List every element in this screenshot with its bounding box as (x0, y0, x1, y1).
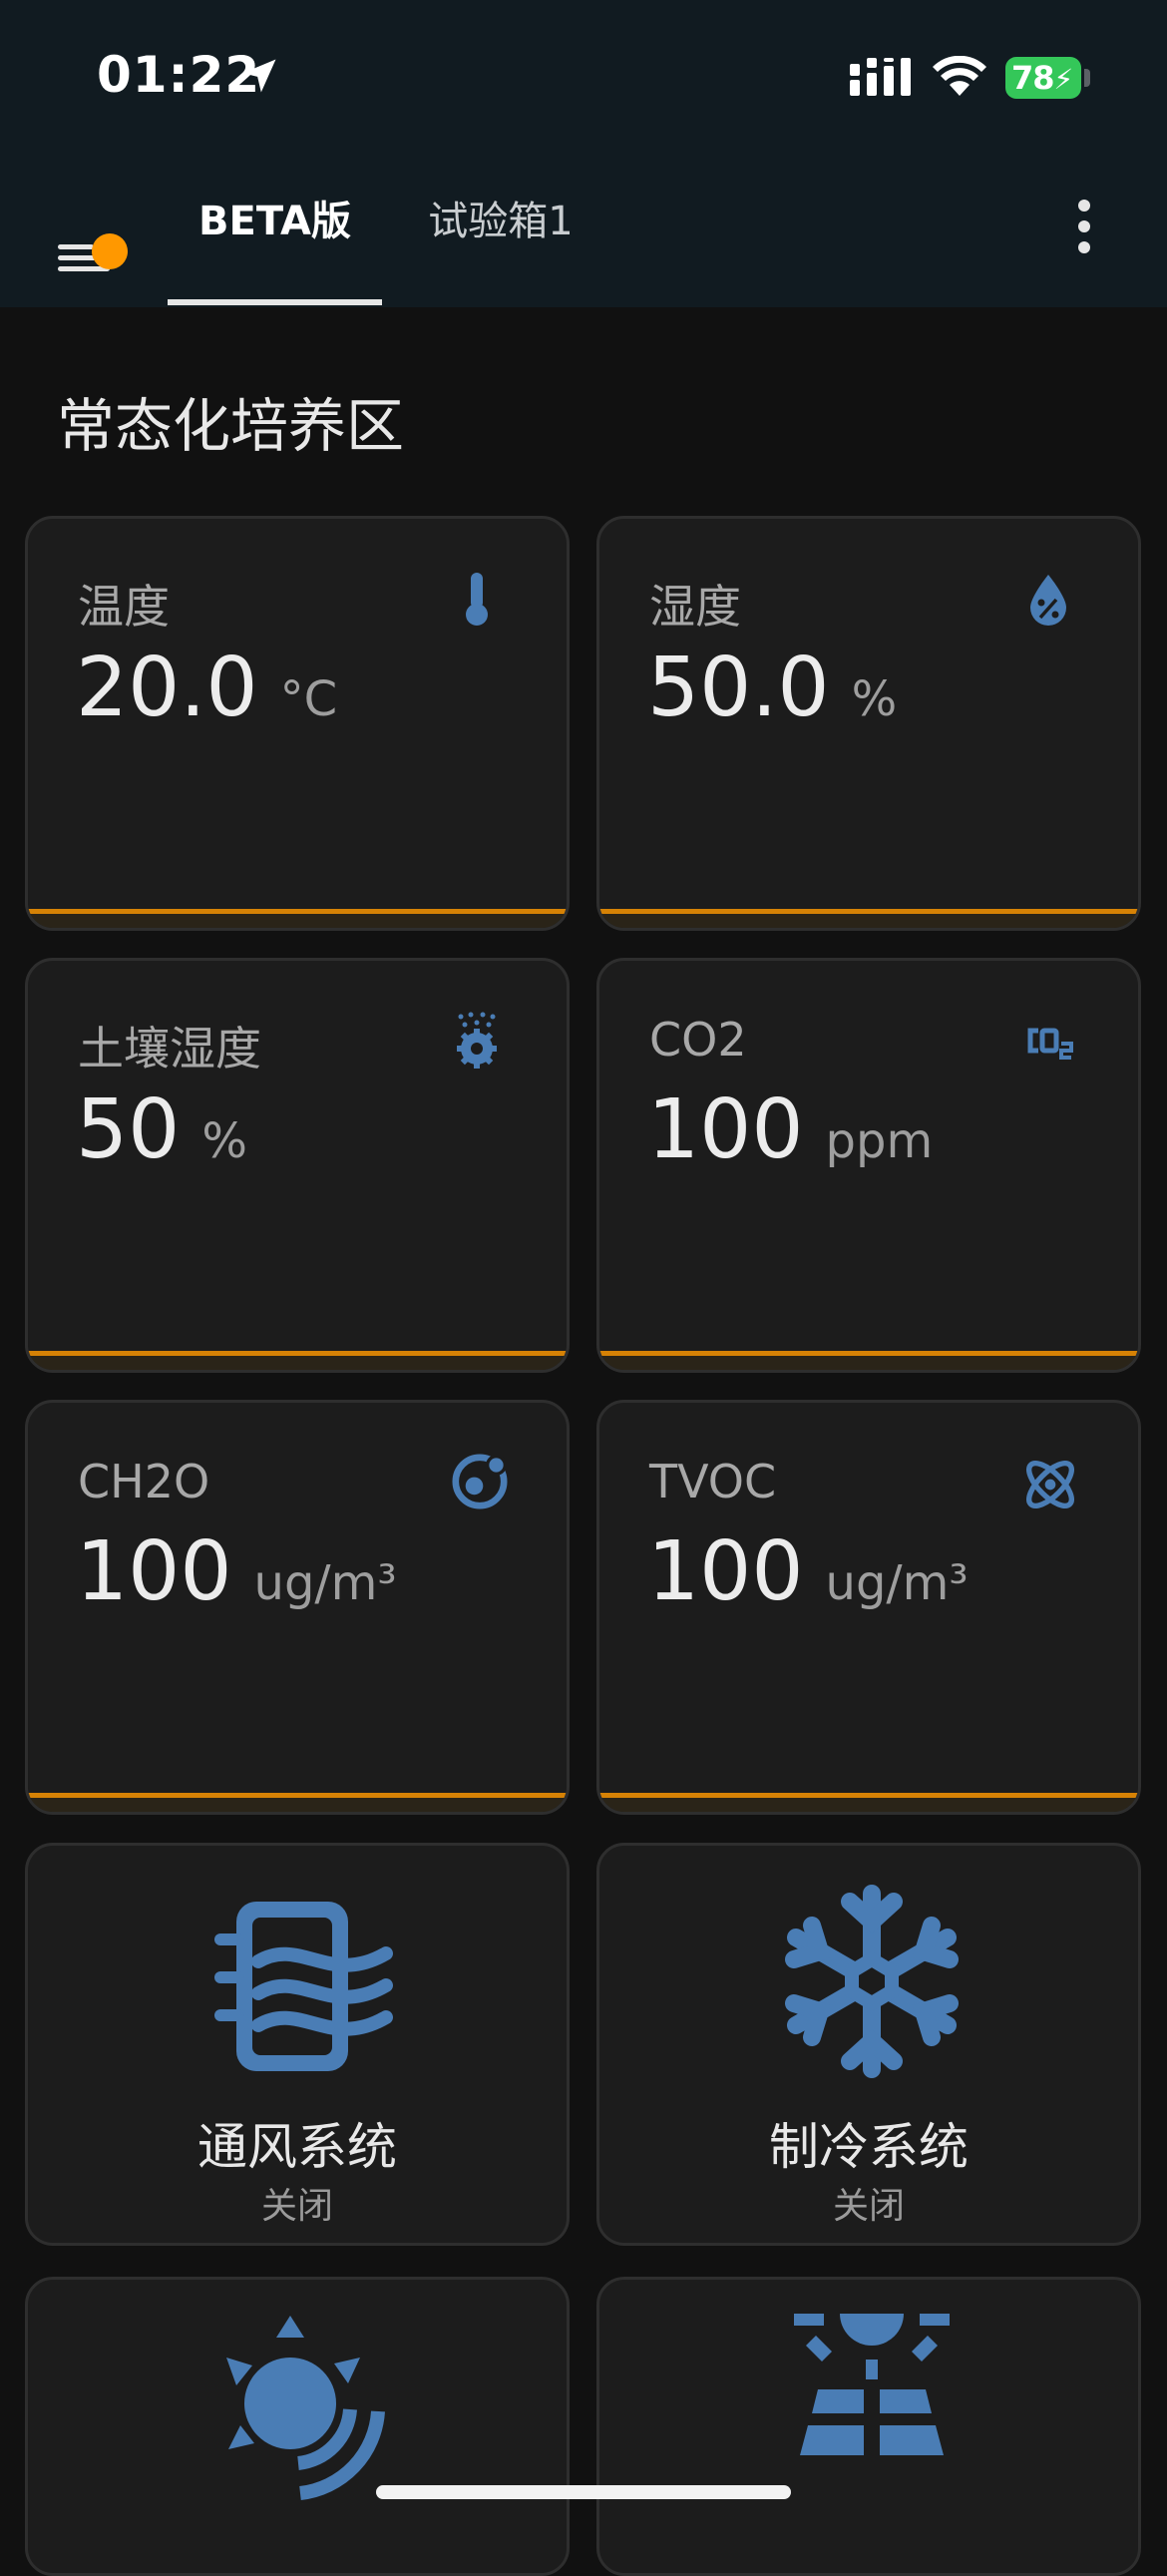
molecule-icon (452, 1454, 508, 1509)
sensor-unit: ppm (825, 1113, 934, 1169)
control-state: 关闭 (260, 2186, 333, 2227)
control-name: 制冷系统 (769, 2118, 969, 2176)
soil-moisture-icon (457, 1012, 497, 1069)
tab-label: 试验箱1 (428, 199, 574, 244)
menu-button[interactable] (52, 198, 132, 277)
charging-bolt-icon: ⚡ (1053, 63, 1074, 96)
more-options-button[interactable] (1069, 200, 1099, 255)
notification-dot (92, 233, 128, 269)
menu-icon-line (58, 244, 94, 249)
battery-indicator: 78⚡ (1005, 57, 1081, 99)
sensor-reading: 50.0 (647, 641, 830, 735)
sensor-unit: °C (279, 671, 338, 727)
sun-wireless-icon (226, 2316, 385, 2500)
sensor-unit: ug/m³ (825, 1555, 969, 1611)
sensor-reading: 50 (76, 1082, 181, 1177)
active-tab-indicator (168, 299, 382, 305)
wifi-icon (933, 56, 986, 96)
snowflake-icon (785, 1885, 959, 2078)
sensor-card-humidity[interactable]: 湿度 50.0% (596, 516, 1141, 931)
sensor-reading: 20.0 (76, 641, 258, 735)
sensor-card-co2[interactable]: CO2 100 ppm (596, 958, 1141, 1373)
sensor-reading: 100 (647, 1082, 804, 1177)
battery-cap (1084, 69, 1090, 87)
sensor-value: 100 ug/m³ (76, 1524, 397, 1619)
sensor-value: 50.0% (647, 641, 897, 735)
more-dot (1078, 200, 1090, 212)
battery-level: 78 (1011, 59, 1055, 97)
sensor-name: 土壤湿度 (78, 1022, 261, 1075)
sensor-value: 50% (76, 1082, 247, 1177)
control-state: 关闭 (832, 2186, 905, 2227)
sensor-card-ch2o[interactable]: CH2O 100 ug/m³ (25, 1400, 570, 1815)
sensor-value: 100 ug/m³ (647, 1524, 969, 1619)
co2-icon (1027, 1028, 1073, 1060)
thermometer-icon (466, 573, 488, 626)
app-bar: BETA版 试验箱1 (0, 150, 1167, 307)
sensor-value: 20.0 °C (76, 641, 337, 735)
water-percent-icon (1030, 575, 1066, 626)
tab-test-chamber-1[interactable]: 试验箱1 (411, 150, 590, 307)
tab-label: BETA版 (198, 199, 351, 244)
control-card-lighting[interactable] (25, 2277, 570, 2576)
sensor-card-soil-moisture[interactable]: 土壤湿度 50% (25, 958, 570, 1373)
section-title: 常态化培养区 (57, 392, 405, 460)
sensor-name: TVOC (649, 1455, 777, 1508)
sensor-card-temperature[interactable]: 温度 20.0 °C (25, 516, 570, 931)
card-accent-shadow (599, 914, 1138, 928)
location-arrow-icon (242, 59, 276, 93)
sensor-reading: 100 (76, 1524, 232, 1619)
card-accent-shadow (28, 1356, 567, 1370)
sensor-name: 温度 (78, 580, 170, 634)
more-dot (1078, 241, 1090, 253)
ventilation-icon (214, 1902, 393, 2071)
control-card-cooling[interactable]: 制冷系统 关闭 (596, 1843, 1141, 2246)
card-accent-shadow (28, 1798, 567, 1812)
home-indicator[interactable] (376, 2485, 791, 2499)
tab-beta[interactable]: BETA版 (168, 150, 382, 307)
sensor-unit: % (851, 671, 898, 727)
card-accent-shadow (28, 914, 567, 928)
sensor-value: 100 ppm (647, 1082, 933, 1177)
card-accent-shadow (599, 1356, 1138, 1370)
control-card-solar[interactable] (596, 2277, 1141, 2576)
control-name: 通风系统 (197, 2118, 397, 2176)
sensor-name: CH2O (78, 1455, 210, 1508)
sensor-card-tvoc[interactable]: TVOC 100 ug/m³ (596, 1400, 1141, 1815)
sensor-unit: % (201, 1113, 247, 1169)
sensor-unit: ug/m³ (253, 1555, 397, 1611)
control-card-ventilation[interactable]: 通风系统 关闭 (25, 1843, 570, 2246)
sensor-name: 湿度 (649, 580, 741, 634)
sensor-name: CO2 (649, 1013, 747, 1067)
cellular-signal-icon (850, 58, 911, 96)
sensor-reading: 100 (647, 1524, 804, 1619)
atom-icon (1026, 1461, 1074, 1508)
more-dot (1078, 220, 1090, 232)
status-time: 01:22 (97, 46, 261, 104)
card-accent-shadow (599, 1798, 1138, 1812)
solar-panel-icon (794, 2314, 950, 2455)
status-bar: 01:22 78⚡ (0, 0, 1167, 150)
